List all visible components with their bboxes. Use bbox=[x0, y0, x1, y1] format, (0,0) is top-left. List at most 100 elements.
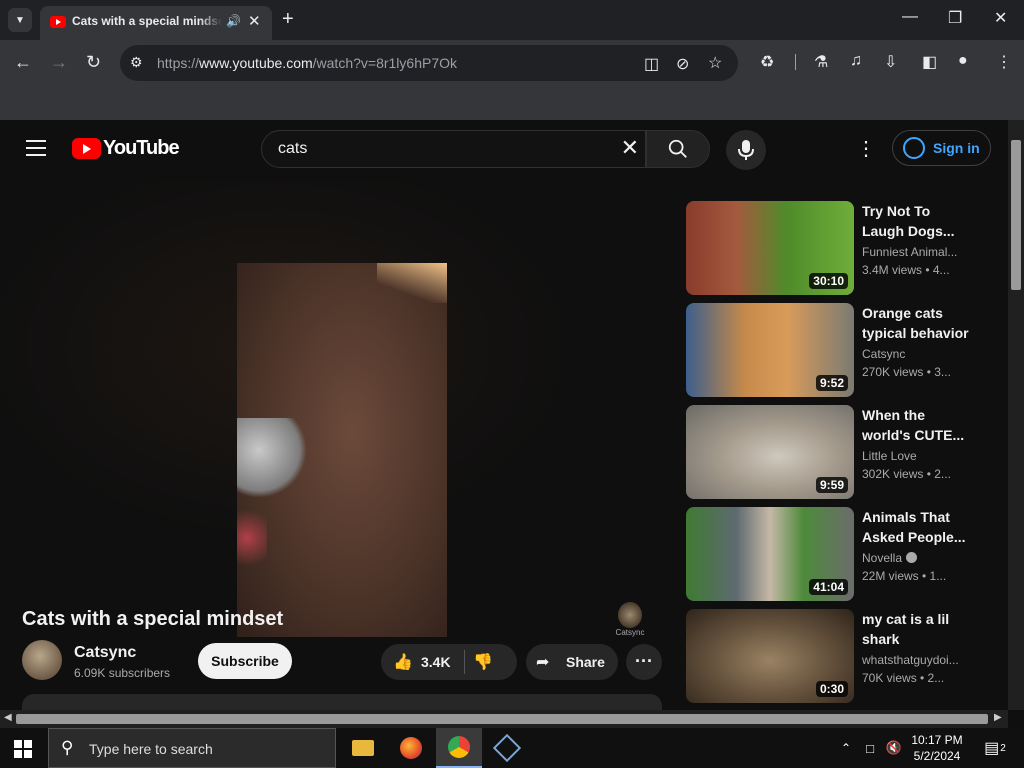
reload-icon[interactable]: ↻ bbox=[86, 52, 101, 73]
network-icon[interactable]: □ bbox=[860, 728, 880, 768]
minimize-icon[interactable]: — bbox=[902, 8, 918, 26]
tab-search-button[interactable]: ▼ bbox=[8, 8, 32, 32]
recommendation-item[interactable]: 30:10 Try Not To Laugh Dogs... Funniest … bbox=[686, 201, 986, 295]
site-info-icon[interactable]: ⚙ bbox=[130, 54, 143, 71]
profile-icon[interactable]: ● bbox=[958, 52, 968, 70]
close-tab-icon[interactable]: ✕ bbox=[248, 12, 261, 30]
channel-watermark[interactable]: Catsync bbox=[614, 602, 646, 642]
description-box[interactable] bbox=[22, 694, 662, 710]
download-icon[interactable]: ⇩ bbox=[884, 52, 897, 72]
like-button[interactable]: 👍 3.4K bbox=[381, 644, 465, 680]
search-query[interactable]: cats bbox=[278, 140, 307, 158]
hamburger-menu-icon[interactable] bbox=[26, 140, 46, 156]
recommendation-thumbnail[interactable]: 9:52 bbox=[686, 303, 854, 397]
tray-chevron-up-icon[interactable]: ⌃ bbox=[836, 728, 856, 768]
recommendation-title[interactable]: my cat is a lil shark bbox=[862, 609, 970, 649]
channel-name[interactable]: Catsync bbox=[74, 644, 136, 662]
recommendation-channel[interactable]: Little Love bbox=[862, 449, 966, 463]
tracking-protection-icon[interactable]: ⊘ bbox=[676, 54, 689, 74]
media-controls-icon[interactable]: ♫ bbox=[850, 52, 862, 70]
search-button[interactable] bbox=[646, 130, 710, 168]
recommendation-meta: 302K views • 2... bbox=[862, 467, 951, 481]
extensions-icon[interactable]: ♻ bbox=[760, 52, 774, 72]
recommendation-title[interactable]: Animals That Asked People... bbox=[862, 507, 970, 547]
thumbs-up-icon: 👍 bbox=[393, 654, 413, 671]
more-actions-button[interactable]: ··· bbox=[626, 644, 662, 680]
verified-badge-icon bbox=[906, 552, 918, 563]
file-explorer-icon[interactable] bbox=[340, 728, 386, 768]
install-app-icon[interactable]: ◫ bbox=[644, 54, 659, 74]
taskbar-search-box[interactable]: ⚲ Type here to search bbox=[48, 728, 336, 768]
recommendation-channel[interactable]: Catsync bbox=[862, 347, 966, 361]
new-tab-button[interactable]: + bbox=[282, 8, 294, 30]
browser-menu-icon[interactable]: ⋮ bbox=[996, 52, 1012, 72]
like-dislike-group: 👍 3.4K 👎 bbox=[381, 644, 517, 680]
recommendation-meta: 70K views • 2... bbox=[862, 671, 945, 685]
tab-title: Cats with a special mindset - YouTube bbox=[72, 14, 222, 28]
scroll-left-icon[interactable]: ◀ bbox=[4, 712, 12, 723]
vertical-scrollbar-thumb[interactable] bbox=[1011, 140, 1021, 290]
recommendation-meta: 22M views • 1... bbox=[862, 569, 947, 583]
subscribe-button[interactable]: Subscribe bbox=[198, 643, 292, 679]
recommendation-thumbnail[interactable]: 9:59 bbox=[686, 405, 854, 499]
horizontal-scrollbar-thumb[interactable] bbox=[16, 714, 988, 724]
address-bar[interactable]: ⚙ https://www.youtube.com/watch?v=8r1ly6… bbox=[120, 45, 738, 81]
restore-icon[interactable]: ❐ bbox=[948, 8, 962, 28]
settings-more-icon[interactable]: ⋮ bbox=[856, 136, 876, 161]
labs-flask-icon[interactable]: ⚗ bbox=[814, 52, 828, 72]
cat-face-icon bbox=[618, 602, 642, 628]
recommendation-title[interactable]: Orange cats typical behavior bbox=[862, 303, 970, 343]
vertical-scrollbar[interactable] bbox=[1008, 120, 1024, 710]
recommendation-item[interactable]: 9:52 Orange cats typical behavior Catsyn… bbox=[686, 303, 986, 397]
side-panel-icon[interactable]: ◧ bbox=[922, 52, 937, 72]
tab-strip: ▼ Cats with a special mindset - YouTube … bbox=[0, 0, 1024, 40]
recommendation-channel[interactable]: Funniest Animal... bbox=[862, 245, 966, 259]
virtualbox-icon[interactable] bbox=[484, 728, 530, 768]
scroll-right-icon[interactable]: ▶ bbox=[994, 712, 1002, 723]
horizontal-scrollbar[interactable]: ◀ ▶ bbox=[0, 710, 1008, 728]
browser-tab[interactable]: Cats with a special mindset - YouTube 🔊 … bbox=[40, 6, 272, 40]
taskbar-clock[interactable]: 10:17 PM 5/2/2024 bbox=[902, 732, 972, 764]
recommendation-channel[interactable]: Novella bbox=[862, 551, 966, 565]
sign-in-button[interactable]: Sign in bbox=[892, 130, 991, 166]
recommendation-item[interactable]: 41:04 Animals That Asked People... Novel… bbox=[686, 507, 986, 601]
search-input[interactable]: cats ✕ bbox=[261, 130, 646, 168]
recommendation-thumbnail[interactable]: 41:04 bbox=[686, 507, 854, 601]
like-count: 3.4K bbox=[421, 654, 451, 670]
account-icon bbox=[903, 137, 925, 159]
thumbs-down-icon[interactable]: 👎 bbox=[473, 652, 493, 672]
recommendation-title[interactable]: When the world's CUTE... bbox=[862, 405, 970, 445]
chevron-down-icon: ▼ bbox=[15, 14, 25, 26]
window-close-icon[interactable]: ✕ bbox=[994, 8, 1007, 28]
firefox-icon[interactable] bbox=[388, 728, 434, 768]
recommendation-item[interactable]: 0:30 my cat is a lil shark whatsthatguyd… bbox=[686, 609, 986, 703]
url-text[interactable]: https://www.youtube.com/watch?v=8r1ly6hP… bbox=[157, 55, 457, 71]
chrome-icon[interactable] bbox=[436, 728, 482, 768]
back-icon[interactable]: ← bbox=[14, 52, 32, 73]
video-frame[interactable] bbox=[237, 263, 447, 637]
recommendation-thumbnail[interactable]: 0:30 bbox=[686, 609, 854, 703]
channel-avatar[interactable] bbox=[22, 640, 62, 680]
speaker-icon[interactable]: 🔊 bbox=[226, 14, 241, 28]
windows-start-icon[interactable] bbox=[14, 740, 32, 758]
recommendation-channel[interactable]: whatsthatguydoi... bbox=[862, 653, 966, 667]
search-icon bbox=[668, 139, 687, 158]
share-button[interactable]: ➦ Share bbox=[526, 644, 618, 680]
share-arrow-icon: ➦ bbox=[536, 654, 550, 671]
recommendation-title[interactable]: Try Not To Laugh Dogs... bbox=[862, 201, 970, 241]
youtube-favicon-icon bbox=[50, 16, 66, 28]
recommendation-thumbnail[interactable]: 30:10 bbox=[686, 201, 854, 295]
bookmark-star-icon[interactable]: ☆ bbox=[708, 53, 722, 73]
like-divider bbox=[464, 650, 465, 674]
youtube-play-icon bbox=[72, 137, 101, 159]
volume-muted-icon[interactable]: 🔇 bbox=[884, 728, 904, 768]
voice-search-button[interactable] bbox=[726, 130, 766, 170]
recommendation-item[interactable]: 9:59 When the world's CUTE... Little Lov… bbox=[686, 405, 986, 499]
youtube-logo[interactable]: YouTube bbox=[72, 137, 180, 159]
forward-icon[interactable]: → bbox=[50, 52, 68, 73]
recommendation-meta: 3.4M views • 4... bbox=[862, 263, 950, 277]
search-icon: ⚲ bbox=[61, 738, 74, 757]
clear-search-icon[interactable]: ✕ bbox=[621, 135, 639, 161]
notification-center-icon[interactable]: ▤ 2 bbox=[978, 728, 1012, 768]
video-player[interactable]: Catsync bbox=[0, 182, 662, 637]
